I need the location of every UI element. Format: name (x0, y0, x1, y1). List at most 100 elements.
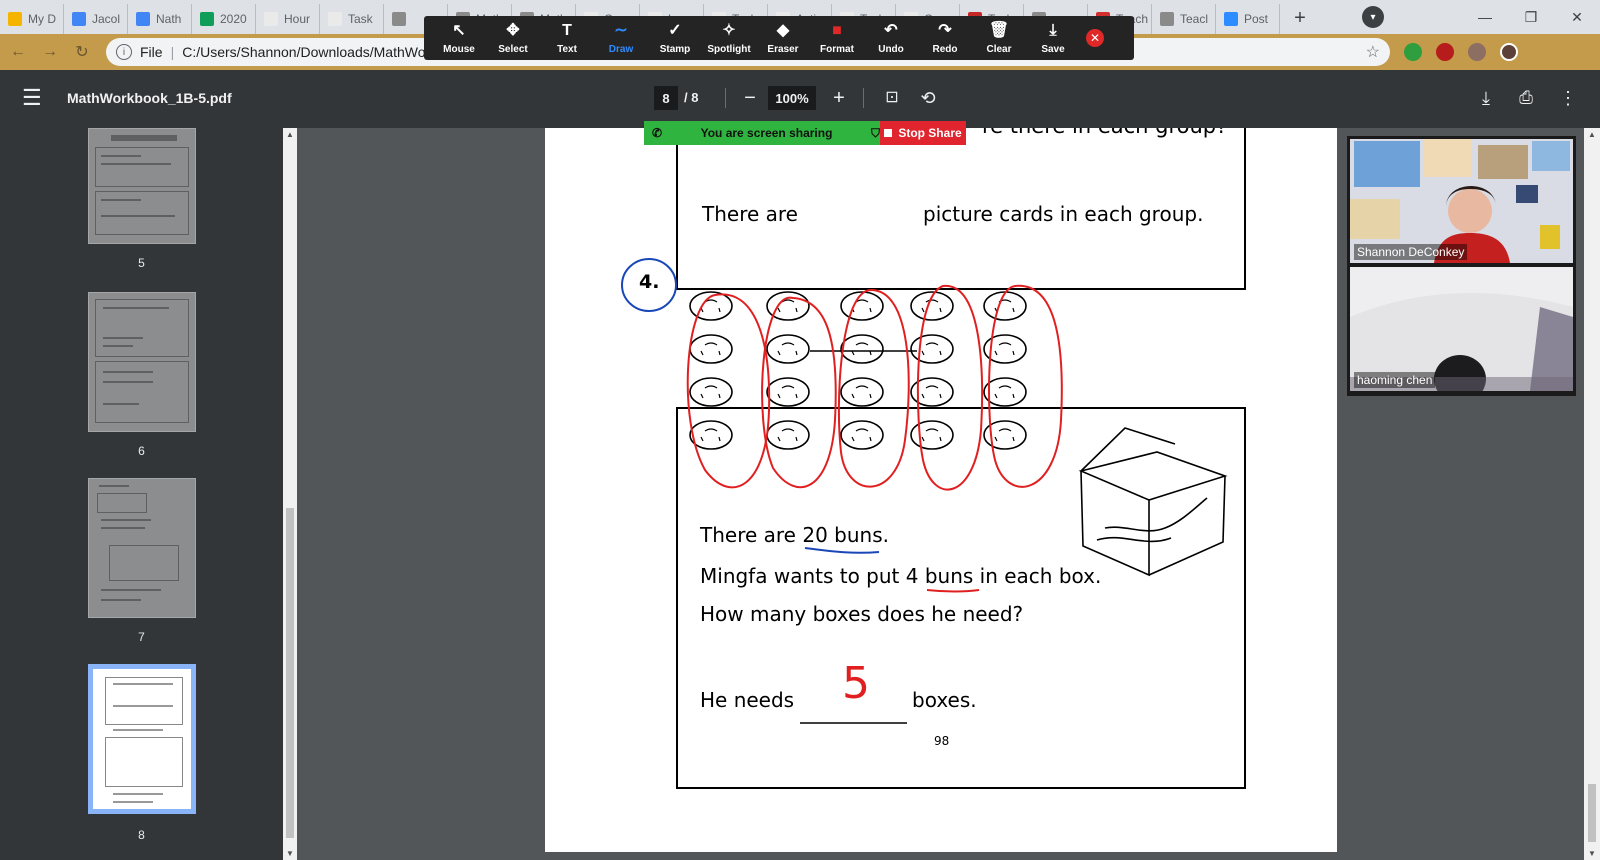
bun (840, 420, 884, 450)
toolbar-mouse-button[interactable]: ↖ Mouse (432, 22, 486, 55)
bun-detail (700, 385, 721, 399)
thumbnail-page-5-label: 5 (138, 256, 145, 270)
bun (689, 334, 733, 364)
bun (766, 420, 810, 450)
bun-detail (851, 342, 872, 356)
screen-sharing-message: You are screen sharing (700, 126, 833, 140)
bookmark-star-icon[interactable]: ☆ (1366, 42, 1380, 62)
scroll-down-icon[interactable]: ▼ (1585, 849, 1599, 858)
participant-tile[interactable]: Shannon DeConkey (1350, 139, 1573, 263)
tab-favicon-icon (264, 12, 278, 26)
handwritten-answer: 5 (842, 658, 870, 709)
zoom-in-icon[interactable]: + (827, 84, 851, 112)
scroll-up-icon[interactable]: ▲ (1585, 130, 1599, 139)
sidebar-scrollbar-thumb[interactable] (286, 508, 294, 838)
back-icon[interactable]: ← (4, 38, 32, 66)
browser-tab-label: Jacol (92, 12, 121, 26)
scroll-down-icon[interactable]: ▼ (283, 849, 297, 858)
info-icon[interactable]: i (116, 44, 132, 60)
print-icon[interactable]: ⎙ (1514, 84, 1538, 112)
zoom-input[interactable]: 100% (768, 86, 816, 110)
bun-detail (921, 428, 942, 442)
browser-tab[interactable]: Teacl (1152, 4, 1216, 34)
toolbar-clear-button[interactable]: 🗑 Clear (972, 22, 1026, 55)
toolbar-label: Eraser (767, 43, 799, 55)
answer-prefix: He needs (700, 688, 795, 712)
zoom-annotation-toolbar: ↖ Mouse ✥ Select T Text ∼ Draw ✓ Stamp ✧ Spotlight ◆… (424, 16, 1134, 60)
tab-search-icon[interactable]: ▾ (1362, 6, 1384, 28)
thumbnail-page-7-label: 7 (138, 630, 145, 644)
screen-sharing-indicator[interactable]: ✆ You are screen sharing ⛉ (644, 121, 880, 145)
browser-tab[interactable]: Jacol (64, 4, 128, 34)
toolbar-label: Spotlight (707, 43, 751, 55)
sidebar-scrollbar[interactable]: ▲ ▼ (283, 128, 297, 860)
download-icon[interactable]: ⤓ (1474, 84, 1498, 112)
rotate-icon[interactable]: ⟲ (916, 84, 940, 112)
browser-tab[interactable]: My D (0, 4, 64, 34)
browser-tab[interactable]: Hour (256, 4, 320, 34)
toolbar-label: Select (498, 43, 528, 55)
puzzle-icon[interactable] (1468, 43, 1486, 61)
close-window-button[interactable]: ✕ (1554, 0, 1600, 34)
browser-tab-label: Hour (284, 12, 311, 26)
thumbnail-page-8[interactable] (88, 664, 196, 814)
bun-detail (700, 342, 721, 356)
toolbar-eraser-button[interactable]: ◆ Eraser (756, 22, 810, 55)
more-options-icon[interactable]: ⋮ (1556, 84, 1580, 112)
page-number-input[interactable]: 8 (654, 86, 678, 110)
q3-sentence-end: picture cards in each group. (923, 202, 1204, 226)
menu-icon[interactable]: ☰ (22, 87, 42, 109)
red-underline-annotation (926, 589, 980, 593)
tab-favicon-icon (328, 12, 342, 26)
zoom-out-icon[interactable]: − (738, 84, 762, 112)
q4-line-3: How many boxes does he need? (700, 602, 1024, 626)
toolbar-spotlight-button[interactable]: ✧ Spotlight (702, 22, 756, 55)
forward-icon[interactable]: → (36, 38, 64, 66)
main-scrollbar-thumb[interactable] (1588, 784, 1596, 842)
fit-page-icon[interactable]: ⊡ (880, 84, 904, 112)
thumbnail-page-5[interactable] (88, 128, 196, 244)
new-tab-button[interactable]: + (1286, 4, 1314, 32)
browser-tab-label: Teacl (1180, 12, 1209, 26)
extension-icon[interactable] (1404, 43, 1422, 61)
q3-sentence-start: There are (702, 202, 798, 226)
main-scrollbar[interactable]: ▲ ▼ (1584, 128, 1600, 860)
profile-avatar[interactable] (1500, 43, 1518, 61)
toolbar-draw-button[interactable]: ∼ Draw (594, 22, 648, 55)
restore-button[interactable]: ❐ (1508, 0, 1554, 34)
reload-icon[interactable]: ↻ (68, 38, 96, 66)
stop-icon (884, 129, 893, 137)
browser-tab[interactable]: Post (1216, 4, 1280, 34)
browser-tab[interactable]: Task (320, 4, 384, 34)
bun-detail (921, 342, 942, 356)
browser-tab[interactable]: 2020 (192, 4, 256, 34)
tab-favicon-icon (200, 12, 214, 26)
minimize-button[interactable]: — (1462, 0, 1508, 34)
toolbar-text-button[interactable]: T Text (540, 22, 594, 55)
browser-tab[interactable]: Nath (128, 4, 192, 34)
phone-icon: ✆ (652, 126, 663, 140)
browser-tab-label: 2020 (220, 12, 247, 26)
save-icon: ⤓ (1049, 21, 1057, 39)
stop-share-button[interactable]: Stop Share (880, 121, 966, 145)
screen-sharing-bar: ✆ You are screen sharing ⛉ Stop Share (644, 121, 966, 145)
bun-detail (994, 342, 1015, 356)
browser-tab-label: Nath (156, 12, 182, 26)
mouse-icon: ↖ (452, 21, 466, 39)
toolbar-label: Save (1041, 43, 1065, 55)
participant-tile[interactable]: haoming chen (1350, 267, 1573, 391)
address-scheme: File (140, 44, 163, 60)
scroll-up-icon[interactable]: ▲ (283, 130, 297, 139)
toolbar-stamp-button[interactable]: ✓ Stamp (648, 22, 702, 55)
ublock-icon[interactable] (1436, 43, 1454, 61)
thumbnail-page-6[interactable] (88, 292, 196, 432)
stamp-icon: ✓ (668, 21, 682, 39)
toolbar-redo-button[interactable]: ↷ Redo (918, 22, 972, 55)
toolbar-save-button[interactable]: ⤓ Save (1026, 22, 1080, 55)
thumbnail-page-7[interactable] (88, 478, 196, 618)
close-toolbar-button[interactable]: ✕ (1086, 29, 1104, 47)
toolbar-select-button[interactable]: ✥ Select (486, 22, 540, 55)
toolbar-format-button[interactable]: ■ Format (810, 22, 864, 55)
pdf-toolbar: ☰ MathWorkbook_1B-5.pdf 8 / 8 − 100% + ⊡… (0, 70, 1600, 128)
toolbar-undo-button[interactable]: ↶ Undo (864, 22, 918, 55)
